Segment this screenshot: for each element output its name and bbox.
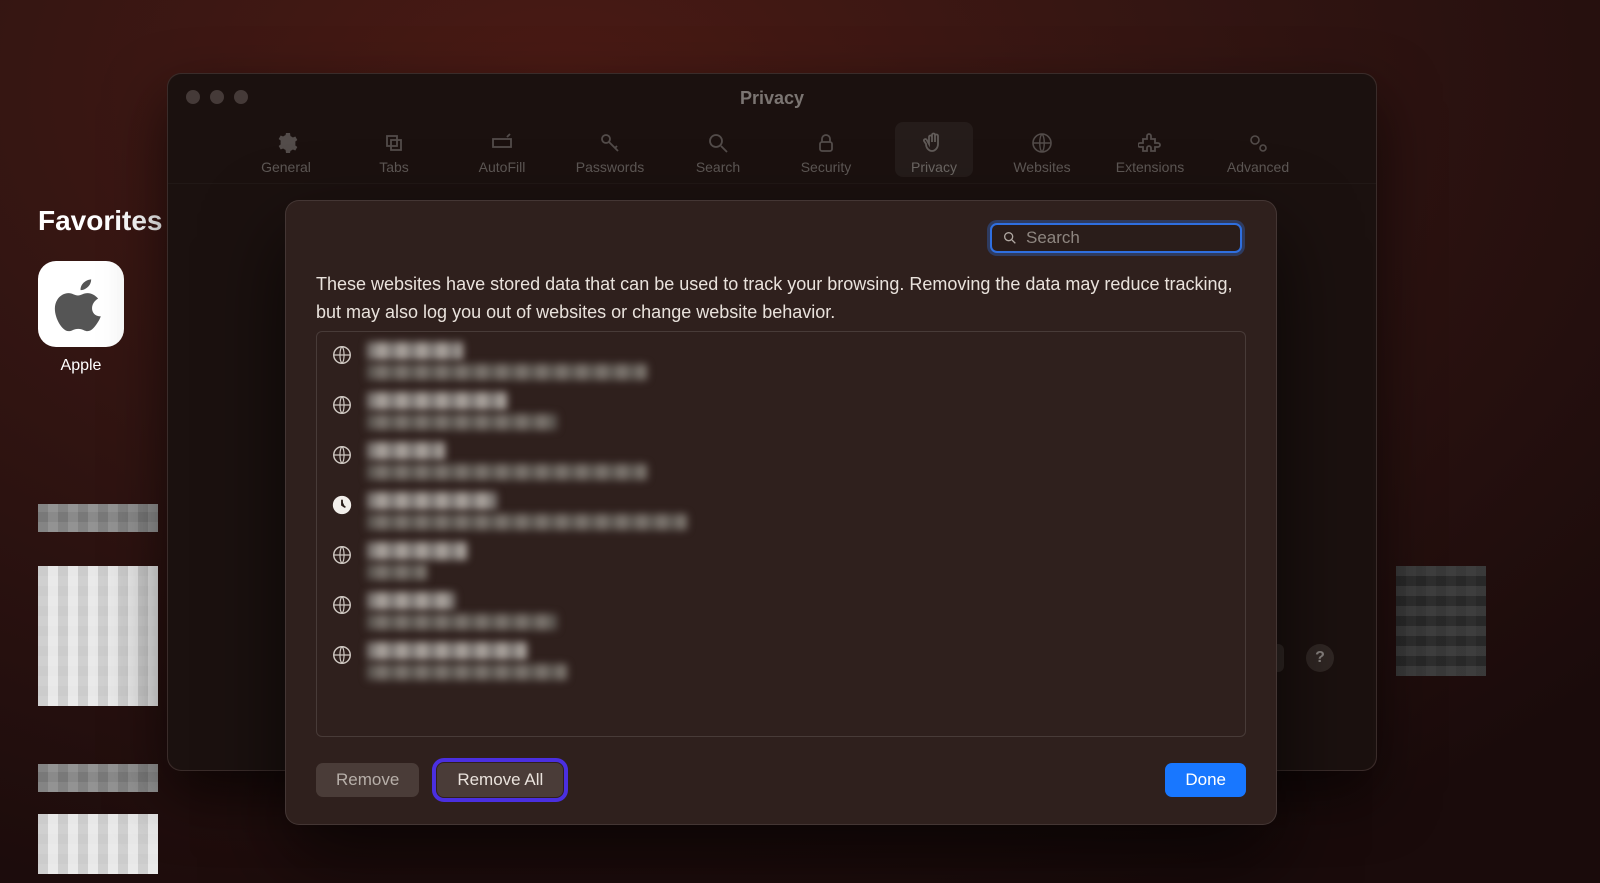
obscured-site-name: [367, 592, 455, 610]
obscured-content: [38, 814, 158, 874]
obscured-site-detail: [367, 614, 557, 630]
obscured-content: [38, 764, 158, 792]
obscured-site-name: [367, 392, 507, 410]
obscured-site-detail: [367, 514, 687, 530]
favorite-tile-icon: [38, 261, 124, 347]
done-button[interactable]: Done: [1165, 763, 1246, 797]
globe-icon: [331, 394, 353, 416]
obscured-site-name: [367, 492, 497, 510]
obscured-site-name: [367, 442, 445, 460]
favorite-tile-label: Apple: [38, 357, 124, 375]
obscured-content: [38, 504, 158, 532]
globe-icon: [331, 344, 353, 366]
website-data-row[interactable]: [317, 438, 1245, 488]
globe-icon: [331, 444, 353, 466]
apple-logo-icon: [53, 276, 109, 332]
obscured-site-detail: [367, 364, 647, 380]
sheet-description: These websites have stored data that can…: [316, 271, 1246, 327]
favorite-tile-apple[interactable]: Apple: [38, 261, 124, 375]
website-data-row[interactable]: [317, 488, 1245, 538]
obscured-content: [1396, 566, 1486, 676]
sheet-button-row: Remove Remove All Done: [316, 760, 1246, 800]
clock-icon: [331, 494, 353, 516]
search-icon: [1002, 230, 1018, 246]
website-data-sheet: These websites have stored data that can…: [285, 200, 1277, 825]
website-data-row[interactable]: [317, 638, 1245, 688]
globe-icon: [331, 644, 353, 666]
remove-all-button[interactable]: Remove All: [437, 763, 563, 797]
obscured-site-detail: [367, 664, 567, 680]
website-data-row[interactable]: [317, 388, 1245, 438]
search-input[interactable]: [1026, 228, 1247, 248]
obscured-site-detail: [367, 414, 557, 430]
globe-icon: [331, 544, 353, 566]
obscured-site-name: [367, 642, 527, 660]
obscured-site-detail: [367, 564, 427, 580]
remove-button[interactable]: Remove: [316, 763, 419, 797]
obscured-site-detail: [367, 464, 647, 480]
obscured-content: [38, 566, 158, 706]
obscured-site-name: [367, 542, 467, 560]
website-data-row[interactable]: [317, 538, 1245, 588]
website-data-row[interactable]: [317, 588, 1245, 638]
globe-icon: [331, 594, 353, 616]
website-data-row[interactable]: [317, 338, 1245, 388]
website-data-list[interactable]: [316, 331, 1246, 737]
obscured-site-name: [367, 342, 463, 360]
search-field-wrap[interactable]: [990, 223, 1242, 253]
